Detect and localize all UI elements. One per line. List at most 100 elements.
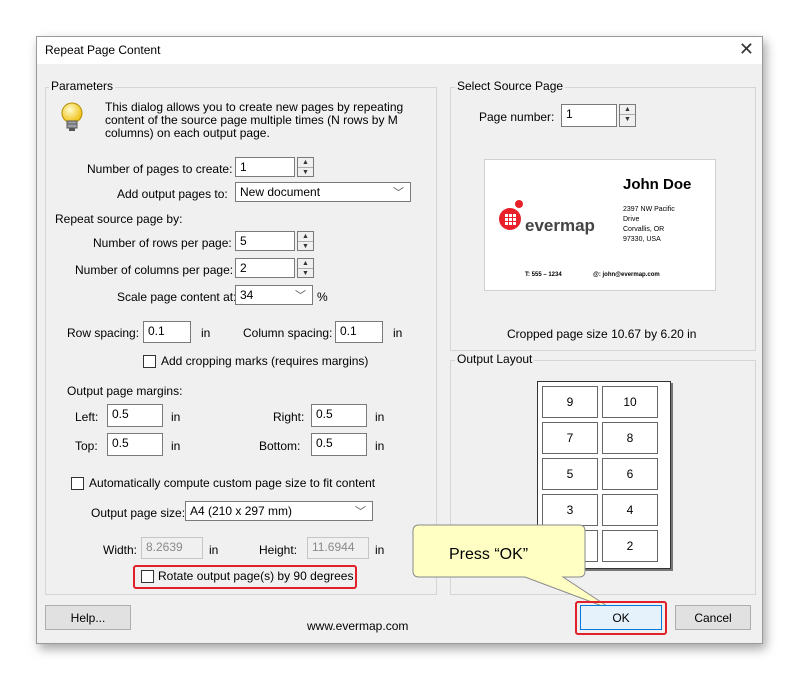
scale-select[interactable]: 34 ﹀ [235,285,313,305]
card-address-line: 97330, USA [623,236,661,243]
rotate-label: Rotate output page(s) by 90 degrees [158,569,354,583]
col-spacing-label: Column spacing: [243,326,333,340]
height-unit: in [375,543,385,557]
scale-label: Scale page content at: [117,290,237,304]
layout-cell: 4 [602,494,658,526]
page-number-input[interactable]: 1 [561,104,617,127]
callout-bubble [412,524,614,611]
card-address-line: Drive [623,216,640,223]
rows-stepper[interactable]: ▲ ▼ [297,231,314,251]
top-margin-label: Top: [75,439,98,453]
top-margin-unit: in [171,439,181,453]
source-page-preview: John Doe evermap 2397 NW Pacific Drive C… [484,159,716,291]
up-arrow-icon[interactable]: ▲ [298,232,313,242]
down-arrow-icon[interactable]: ▼ [620,115,635,124]
row-spacing-label: Row spacing: [67,326,140,340]
evermap-logo-icon [499,200,523,230]
callout-text: Press “OK” [449,546,529,563]
rows-label: Number of rows per page: [93,236,232,250]
layout-cell: 2 [602,530,658,562]
source-page-legend: Select Source Page [455,79,566,93]
crop-marks-checkbox[interactable] [143,355,156,368]
card-address-line: 2397 NW Pacific [623,206,675,213]
down-arrow-icon[interactable]: ▼ [298,242,313,251]
info-text: This dialog allows you to create new pag… [105,100,404,140]
chevron-down-icon: ﹀ [393,187,404,199]
height-label: Height: [259,543,298,557]
page-size-label: Output page size: [91,506,186,520]
cols-input[interactable]: 2 [235,258,295,278]
parameters-legend: Parameters [49,79,116,93]
layout-cell: 6 [602,458,658,490]
cols-stepper[interactable]: ▲ ▼ [297,258,314,278]
website-text: www.evermap.com [307,619,409,633]
repeat-page-content-dialog: Repeat Page Content ✕ Parameters This di… [36,36,763,644]
up-arrow-icon[interactable]: ▲ [620,105,635,115]
ok-button[interactable]: OK [580,605,662,630]
page-number-label: Page number: [479,110,555,124]
col-spacing-unit: in [393,326,403,340]
bottom-margin-unit: in [375,439,385,453]
col-spacing-input[interactable]: 0.1 [335,321,383,343]
dialog-title: Repeat Page Content [45,43,161,57]
rotate-checkbox[interactable] [141,570,154,583]
page-number-stepper[interactable]: ▲ ▼ [619,104,636,127]
title-bar: Repeat Page Content ✕ [37,37,762,64]
right-margin-label: Right: [273,410,305,424]
page-size-select[interactable]: A4 (210 x 297 mm) ﹀ [185,501,373,521]
pages-input[interactable]: 1 [235,157,295,177]
card-phone: T: 555 – 1234 [525,272,562,278]
left-margin-label: Left: [75,410,99,424]
width-label: Width: [103,543,138,557]
row-spacing-input[interactable]: 0.1 [143,321,191,343]
close-icon[interactable]: ✕ [739,39,754,59]
pages-stepper[interactable]: ▲ ▼ [297,157,314,177]
card-email: @: john@evermap.com [593,272,660,278]
scale-value: 34 [240,288,254,302]
card-brand: evermap [525,216,595,235]
down-arrow-icon[interactable]: ▼ [298,168,313,177]
card-address-line: Corvallis, OR [623,226,665,233]
width-unit: in [209,543,219,557]
card-address: 2397 NW Pacific Drive Corvallis, OR 9733… [623,205,675,245]
up-arrow-icon[interactable]: ▲ [298,158,313,168]
layout-cell: 7 [542,422,598,454]
layout-cell: 8 [602,422,658,454]
layout-cell: 3 [542,494,598,526]
chevron-down-icon: ﹀ [295,290,306,302]
left-margin-unit: in [171,410,181,424]
top-margin-input[interactable]: 0.5 [107,433,163,456]
crop-marks-label: Add cropping marks (requires margins) [161,354,369,368]
chevron-down-icon: ﹀ [355,506,366,518]
lightbulb-icon [61,102,83,131]
cancel-button[interactable]: Cancel [675,605,751,630]
card-name: John Doe [623,176,692,193]
repeat-by-label: Repeat source page by: [55,212,183,226]
add-to-label: Add output pages to: [117,187,228,201]
bottom-margin-input[interactable]: 0.5 [311,433,367,456]
right-margin-input[interactable]: 0.5 [311,404,367,427]
layout-cell: 9 [542,386,598,418]
right-margin-unit: in [375,410,385,424]
bottom-margin-label: Bottom: [259,439,301,453]
page-size-value: A4 (210 x 297 mm) [190,504,293,518]
add-to-select[interactable]: New document ﹀ [235,182,411,202]
auto-size-checkbox[interactable] [71,477,84,490]
row-spacing-unit: in [201,326,211,340]
layout-cell: 5 [542,458,598,490]
auto-size-label: Automatically compute custom page size t… [89,476,376,490]
scale-unit: % [317,290,328,304]
width-input[interactable]: 8.2639 [141,537,203,559]
down-arrow-icon[interactable]: ▼ [298,269,313,278]
cols-label: Number of columns per page: [75,263,234,277]
left-margin-input[interactable]: 0.5 [107,404,163,427]
up-arrow-icon[interactable]: ▲ [298,259,313,269]
output-layout-legend: Output Layout [455,352,535,366]
margins-label: Output page margins: [67,384,183,398]
rows-input[interactable]: 5 [235,231,295,251]
pages-label: Number of pages to create: [87,162,233,176]
height-input[interactable]: 11.6944 [307,537,369,559]
cropped-size-text: Cropped page size 10.67 by 6.20 in [507,327,697,341]
help-button[interactable]: Help... [45,605,131,630]
add-to-value: New document [240,185,321,199]
